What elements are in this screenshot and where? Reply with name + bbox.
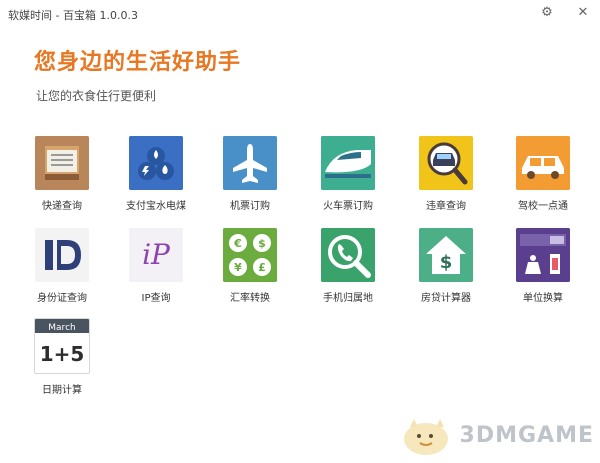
tool-label: IP查询 <box>141 293 171 304</box>
currency-icon: € $ ¥ £ <box>223 228 277 282</box>
tool-label: 单位换算 <box>523 293 563 304</box>
ip-icon: iP <box>129 228 183 282</box>
tool-label: 身份证查询 <box>37 293 87 304</box>
package-icon <box>35 136 89 190</box>
driving-school-icon <box>516 136 570 190</box>
svg-text:$: $ <box>258 237 266 250</box>
mortgage-calculator-icon: $ <box>419 228 473 282</box>
tool-mortgage[interactable]: $ 房贷计算器 <box>406 228 486 304</box>
tool-train[interactable]: 火车票订购 <box>308 136 388 212</box>
tools-grid: 快递查询 支付宝水电煤 机票订购 火车票订购 违章查询 驾校一点通 身份证查询 … <box>0 0 600 463</box>
watermark-mascot-icon <box>403 419 448 455</box>
airplane-icon <box>223 136 277 190</box>
phone-search-icon <box>321 228 375 282</box>
svg-text:1+5: 1+5 <box>40 342 85 366</box>
tool-violation[interactable]: 违章查询 <box>406 136 486 212</box>
train-icon <box>321 136 375 190</box>
svg-text:¥: ¥ <box>234 261 242 274</box>
tool-label: 机票订购 <box>230 201 270 212</box>
tool-label: 违章查询 <box>426 201 466 212</box>
tool-unit-conversion[interactable]: 单位换算 <box>503 228 583 304</box>
car-search-icon <box>419 136 473 190</box>
tool-currency[interactable]: € $ ¥ £ 汇率转换 <box>210 228 290 304</box>
tool-label: 手机归属地 <box>323 293 373 304</box>
calendar-icon: March 1+5 <box>34 318 90 374</box>
watermark: 3DMGAME <box>400 413 594 457</box>
tool-flight[interactable]: 机票订购 <box>210 136 290 212</box>
tool-express[interactable]: 快递查询 <box>22 136 102 212</box>
tool-label: 快递查询 <box>42 201 82 212</box>
svg-text:March: March <box>48 323 75 333</box>
tool-label: 火车票订购 <box>323 201 373 212</box>
tool-driving-school[interactable]: 驾校一点通 <box>503 136 583 212</box>
tool-label: 房贷计算器 <box>421 293 471 304</box>
tool-date-calc[interactable]: March 1+5 日期计算 <box>22 318 102 396</box>
svg-text:€: € <box>233 237 242 250</box>
tool-label: 支付宝水电煤 <box>126 201 186 212</box>
tool-utilities[interactable]: 支付宝水电煤 <box>116 136 196 212</box>
utilities-icon <box>129 136 183 190</box>
svg-text:£: £ <box>258 261 266 274</box>
svg-text:$: $ <box>440 252 453 273</box>
tool-ip[interactable]: iP IP查询 <box>116 228 196 304</box>
tool-label: 汇率转换 <box>230 293 270 304</box>
unit-conversion-icon <box>516 228 570 282</box>
tool-label: 日期计算 <box>42 385 82 396</box>
watermark-text: 3DMGAME <box>459 422 594 448</box>
tool-label: 驾校一点通 <box>518 201 568 212</box>
svg-text:iP: iP <box>142 238 171 271</box>
id-card-icon <box>35 228 89 282</box>
tool-phone-location[interactable]: 手机归属地 <box>308 228 388 304</box>
tool-id-card[interactable]: 身份证查询 <box>22 228 102 304</box>
